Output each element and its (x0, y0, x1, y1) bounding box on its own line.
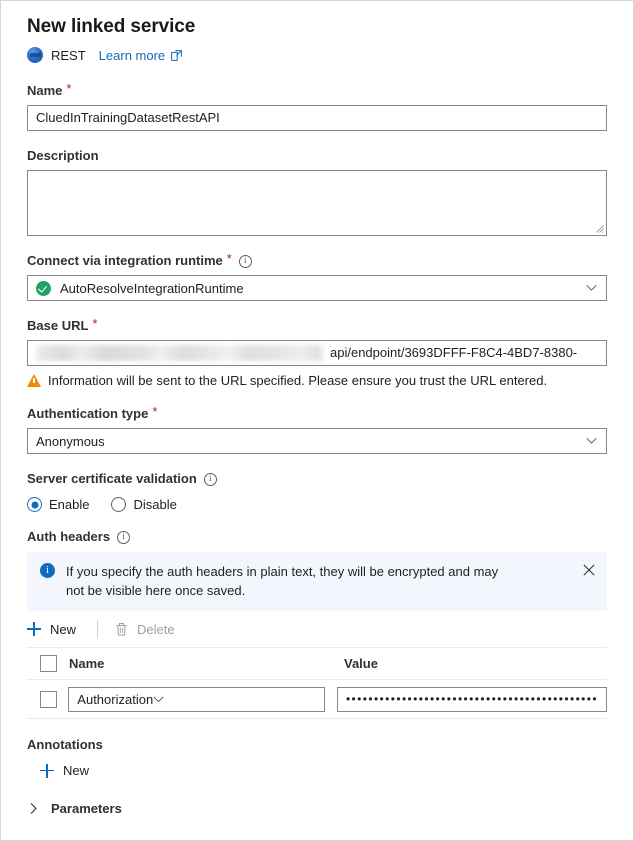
header-value-masked: ••••••••••••••••••••••••••••••••••••••••… (345, 692, 598, 706)
auth-type-label-text: Authentication type (27, 406, 149, 421)
plus-icon (40, 763, 54, 778)
auth-headers-group: Auth headers i If you specify the auth h… (27, 528, 607, 719)
base-url-warning-text: Information will be sent to the URL spec… (48, 373, 548, 388)
learn-more-link[interactable]: Learn more (98, 47, 183, 63)
delete-header-label: Delete (137, 621, 175, 637)
integration-runtime-info-icon[interactable] (238, 254, 252, 268)
integration-runtime-required-marker: * (226, 251, 232, 266)
auth-type-label: Authentication type * (27, 405, 607, 423)
auth-type-required-marker: * (152, 404, 158, 419)
info-filled-icon: i (40, 563, 55, 578)
column-header-value: Value (344, 656, 378, 671)
external-link-icon (171, 49, 183, 61)
integration-runtime-group: Connect via integration runtime* AutoRes… (27, 252, 607, 301)
header-value-input[interactable]: ••••••••••••••••••••••••••••••••••••••••… (336, 686, 607, 712)
new-linked-service-panel: New linked service REST Learn more Name *… (0, 0, 634, 841)
row-checkbox[interactable] (40, 690, 57, 708)
server-cert-label-text: Server certificate validation (27, 471, 197, 486)
base-url-group: Base URL * api/endpoint/3693DFFF-F8C4-4BD… (27, 317, 607, 389)
radio-enable-label: Enable (49, 497, 90, 512)
connector-type-label: REST (51, 47, 86, 63)
select-all-cell (27, 655, 69, 672)
chevron-down-icon (153, 695, 164, 703)
command-separator (97, 619, 99, 639)
base-url-input[interactable]: api/endpoint/3693DFFF-F8C4-4BD7-8380- (27, 340, 607, 366)
server-cert-info-icon[interactable] (203, 472, 217, 486)
base-url-required-marker: * (92, 316, 98, 331)
auth-headers-message-text: If you specify the auth headers in plain… (66, 564, 499, 598)
learn-more-label: Learn more (98, 47, 166, 63)
auth-headers-table-header: Name Value (27, 648, 607, 680)
success-check-icon (36, 280, 51, 296)
delete-header-button[interactable]: Delete (115, 622, 179, 637)
auth-headers-message-bar: i If you specify the auth headers in pla… (27, 552, 607, 611)
new-annotation-label: New (63, 763, 90, 778)
server-cert-radio-group: Enable Disable (27, 497, 607, 512)
rest-globe-icon (27, 47, 43, 63)
row-name-cell: Authorization (68, 686, 337, 712)
header-name-select[interactable]: Authorization (68, 686, 325, 712)
close-icon[interactable] (583, 564, 595, 576)
name-required-marker: * (66, 81, 72, 96)
page-title: New linked service (27, 16, 196, 37)
radio-disable[interactable]: Disable (111, 497, 177, 512)
plus-icon (27, 622, 41, 636)
parameters-section-toggle[interactable]: Parameters (27, 801, 122, 816)
trash-icon (115, 622, 128, 636)
auth-headers-command-bar: New Delete (27, 611, 607, 648)
auth-headers-label: Auth headers (27, 528, 607, 546)
radio-disable-label: Disable (133, 497, 177, 512)
radio-disable-indicator (111, 497, 127, 512)
name-input-value: CluedInTrainingDatasetRestAPI (36, 110, 220, 125)
column-header-name: Name (69, 656, 105, 671)
auth-type-value: Anonymous (36, 433, 105, 449)
resize-grip-icon[interactable] (595, 224, 604, 233)
new-header-label: New (50, 621, 77, 637)
warning-triangle-icon (27, 374, 41, 387)
description-label: Description (27, 147, 607, 165)
auth-type-group: Authentication type * Anonymous (27, 405, 607, 454)
row-value-cell: ••••••••••••••••••••••••••••••••••••••••… (336, 686, 607, 712)
server-cert-group: Server certificate validation Enable Dis… (27, 470, 607, 512)
description-label-text: Description (27, 148, 99, 163)
chevron-down-icon (586, 437, 597, 445)
base-url-label-text: Base URL (27, 318, 89, 333)
select-all-checkbox[interactable] (40, 655, 57, 672)
connector-subheader: REST Learn more (27, 44, 607, 66)
integration-runtime-select[interactable]: AutoResolveIntegrationRuntime (27, 275, 607, 301)
server-cert-label: Server certificate validation (27, 470, 607, 488)
chevron-down-icon (586, 284, 597, 292)
radio-enable-indicator (27, 497, 42, 512)
base-url-warning: Information will be sent to the URL spec… (27, 372, 607, 389)
new-header-button[interactable]: New (27, 622, 80, 637)
name-label-text: Name (27, 83, 63, 98)
description-field-group: Description (27, 147, 607, 236)
new-annotation-button[interactable]: New (40, 763, 89, 778)
integration-runtime-value: AutoResolveIntegrationRuntime (60, 280, 244, 296)
annotations-label: Annotations (27, 737, 103, 752)
integration-runtime-label-text: Connect via integration runtime (27, 253, 223, 268)
base-url-visible-value: api/endpoint/3693DFFF-F8C4-4BD7-8380- (330, 345, 578, 360)
base-url-label: Base URL * (27, 317, 607, 335)
name-field-group: Name * CluedInTrainingDatasetRestAPI (27, 82, 607, 131)
name-input[interactable]: CluedInTrainingDatasetRestAPI (27, 105, 607, 131)
description-textarea[interactable] (27, 170, 607, 236)
radio-enable[interactable]: Enable (27, 497, 89, 512)
chevron-right-icon (27, 802, 40, 815)
header-name-value: Authorization (77, 691, 154, 707)
row-select-cell (27, 690, 68, 708)
auth-headers-label-text: Auth headers (27, 529, 111, 544)
redacted-url-overlay (34, 345, 326, 361)
auth-type-select[interactable]: Anonymous (27, 428, 607, 454)
auth-headers-info-icon[interactable] (117, 530, 131, 544)
integration-runtime-label: Connect via integration runtime * (27, 252, 607, 270)
name-label: Name * (27, 82, 607, 100)
parameters-section-label: Parameters (51, 801, 122, 816)
table-row: Authorization ••••••••••••••••••••••••••… (27, 680, 607, 719)
